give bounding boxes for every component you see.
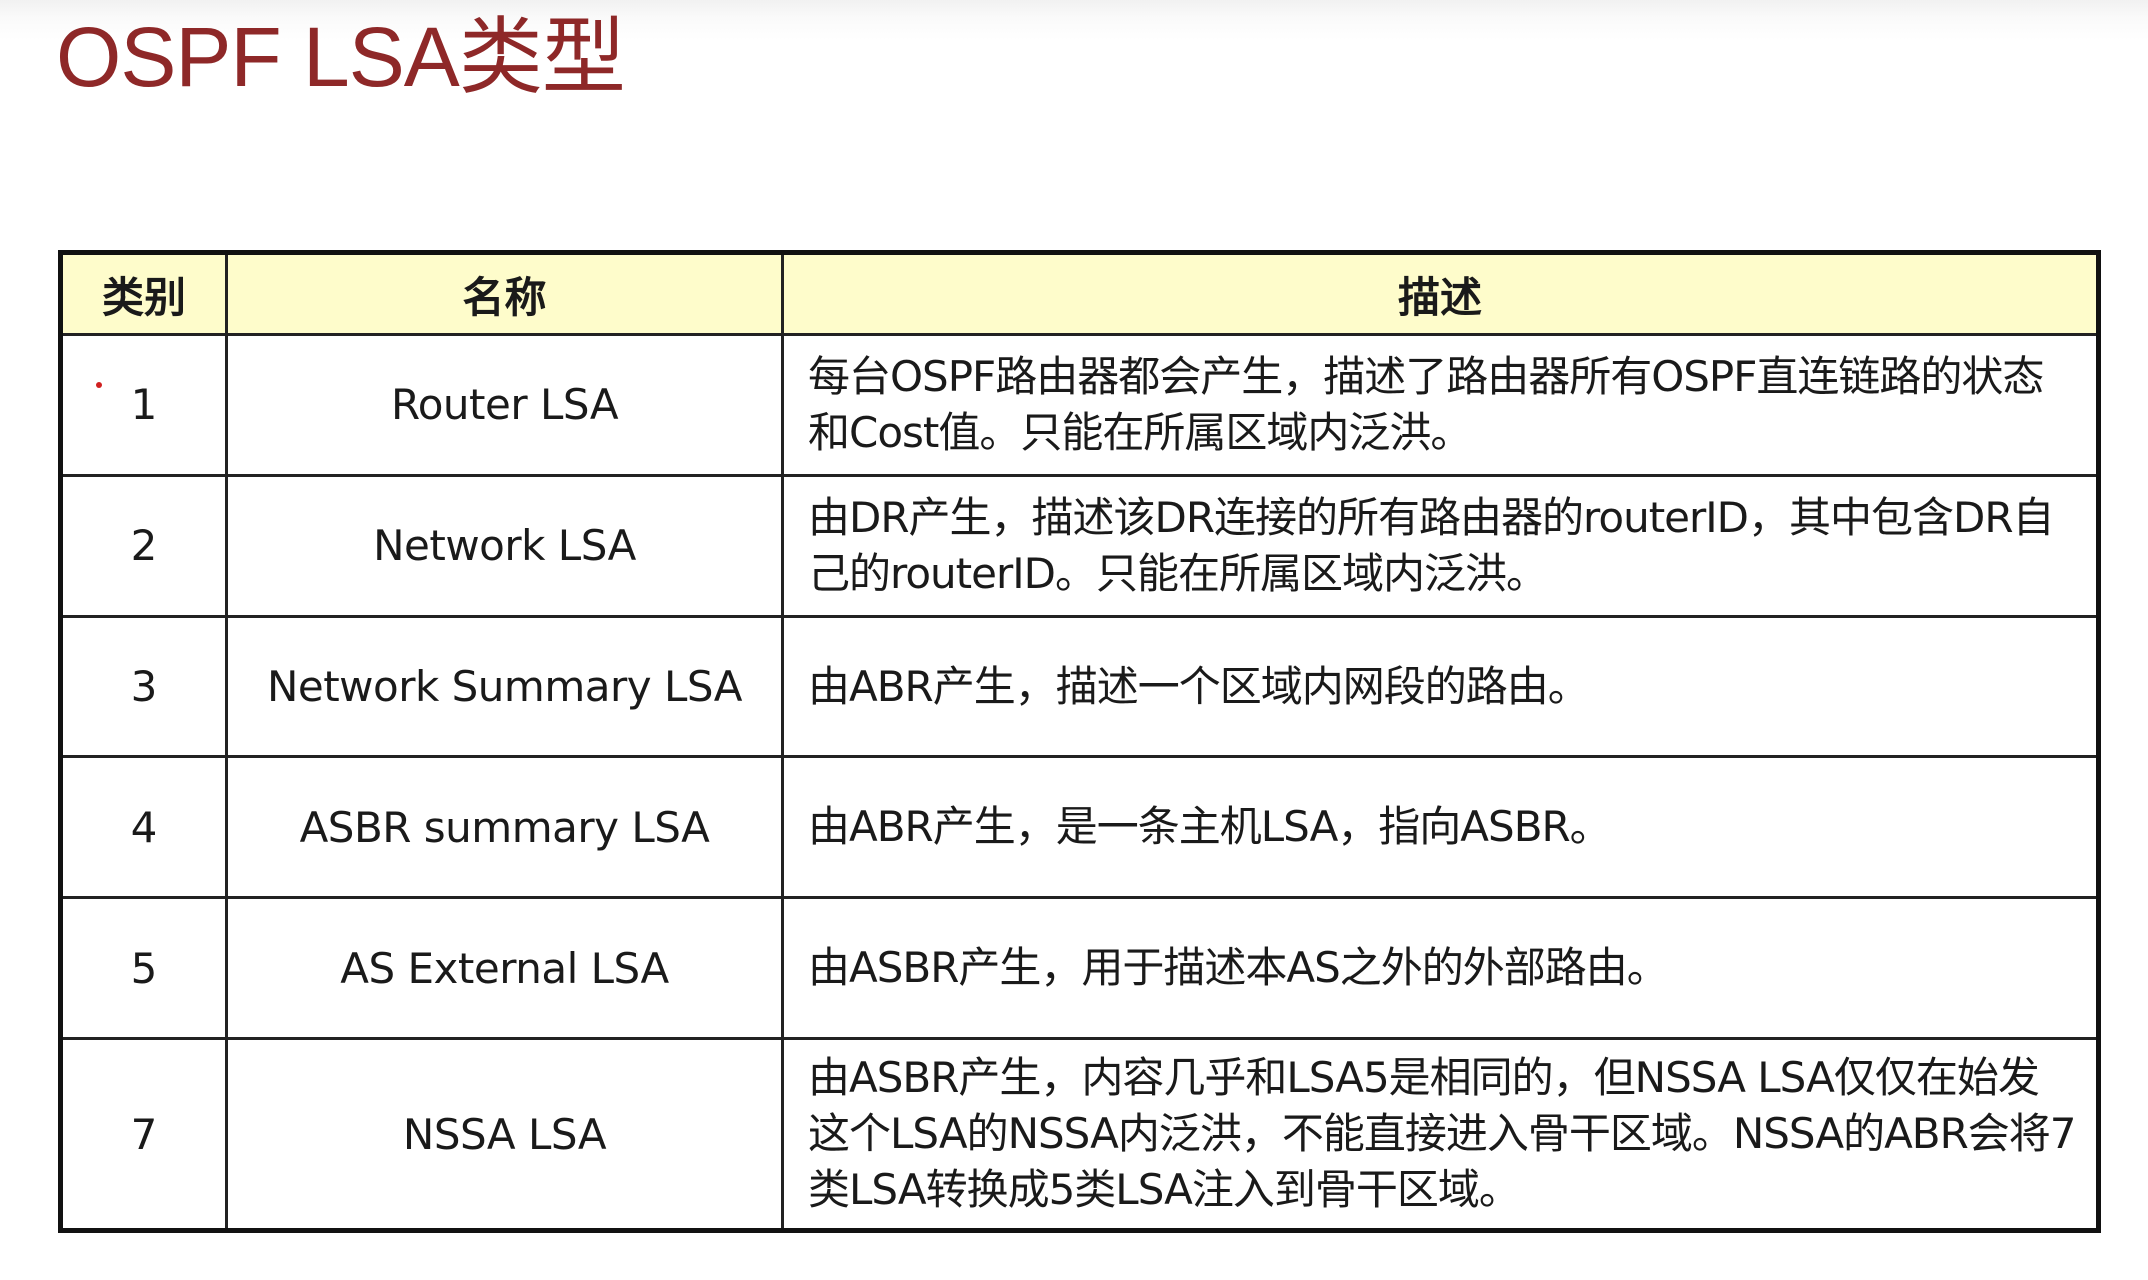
name-cell: Router LSA (225, 333, 784, 477)
table-header-row: 类别 名称 描述 (59, 251, 2100, 336)
table-row: 5 AS External LSA 由ASBR产生，用于描述本AS之外的外部路由… (59, 896, 2100, 1041)
description-cell: 由ASBR产生，用于描述本AS之外的外部路由。 (781, 896, 2100, 1041)
name-cell: ASBR summary LSA (225, 755, 784, 900)
type-cell: 4 (59, 755, 228, 900)
name-cell: Network Summary LSA (225, 614, 784, 759)
table-row: 4 ASBR summary LSA 由ABR产生，是一条主机LSA，指向ASB… (59, 755, 2100, 900)
description-cell: 由ABR产生，是一条主机LSA，指向ASBR。 (781, 755, 2100, 900)
description-cell: 由ASBR产生，内容几乎和LSA5是相同的，但NSSA LSA仅仅在始发这个LS… (781, 1037, 2100, 1232)
lsa-type-table: 类别 名称 描述 1 Router LSA 每台OSPF路由器都会产生，描述了路… (58, 250, 2101, 1233)
header-name: 名称 (225, 251, 784, 336)
name-cell: AS External LSA (225, 896, 784, 1041)
description-cell: 每台OSPF路由器都会产生，描述了路由器所有OSPF直连链路的状态和Cost值。… (781, 333, 2100, 477)
description-cell: 由ABR产生，描述一个区域内网段的路由。 (781, 614, 2100, 759)
type-cell: 5 (59, 896, 228, 1041)
header-type: 类别 (59, 251, 228, 336)
type-value: 1 (130, 380, 158, 430)
type-cell: 3 (59, 614, 228, 759)
table-row: 3 Network Summary LSA 由ABR产生，描述一个区域内网段的路… (59, 614, 2100, 759)
table-row: 1 Router LSA 每台OSPF路由器都会产生，描述了路由器所有OSPF直… (59, 333, 2100, 477)
type-cell: 2 (59, 473, 228, 618)
name-cell: NSSA LSA (225, 1037, 784, 1232)
table-row: 7 NSSA LSA 由ASBR产生，内容几乎和LSA5是相同的，但NSSA L… (59, 1037, 2100, 1232)
type-cell: 1 (59, 333, 228, 477)
type-cell: 7 (59, 1037, 228, 1232)
name-cell: Network LSA (225, 473, 784, 618)
page-title: OSPF LSA类型 (56, 10, 626, 104)
header-description: 描述 (781, 251, 2100, 336)
pointer-marker (96, 382, 102, 388)
description-cell: 由DR产生，描述该DR连接的所有路由器的routerID，其中包含DR自己的ro… (781, 473, 2100, 618)
table-row: 2 Network LSA 由DR产生，描述该DR连接的所有路由器的router… (59, 473, 2100, 618)
